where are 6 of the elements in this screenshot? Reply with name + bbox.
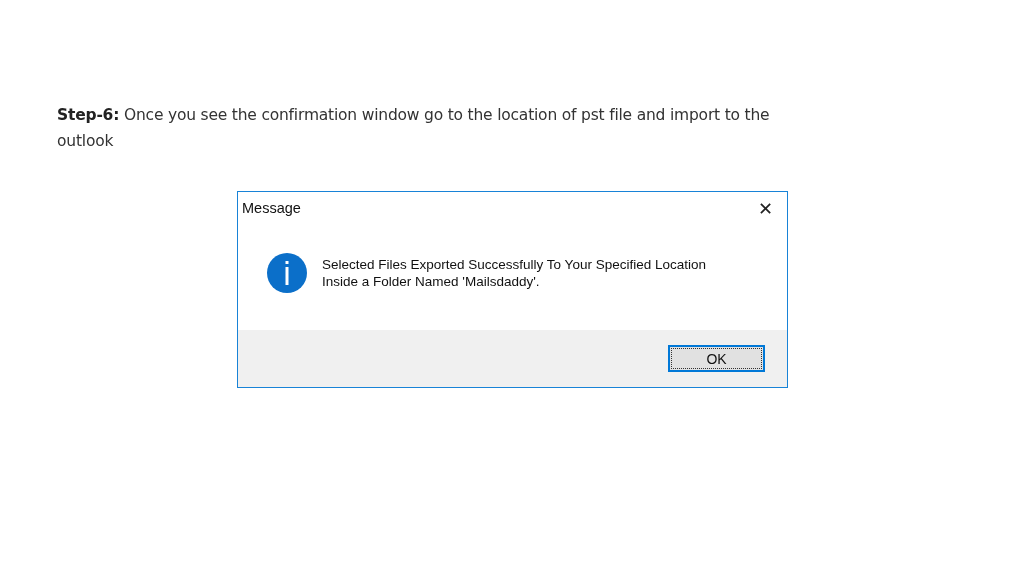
dialog-title: Message: [242, 200, 301, 216]
info-icon: [266, 252, 308, 294]
close-button[interactable]: ✕: [749, 197, 781, 219]
instruction-text: Step-6: Once you see the confirmation window go to the location of pst file and import to the outlook: [57, 105, 771, 152]
ok-button[interactable]: OK: [668, 345, 765, 372]
dialog-message: Selected Files Exported Successfully To Your Specified Location Inside a Folder Named 'Mailsdaddy'.: [322, 256, 706, 290]
